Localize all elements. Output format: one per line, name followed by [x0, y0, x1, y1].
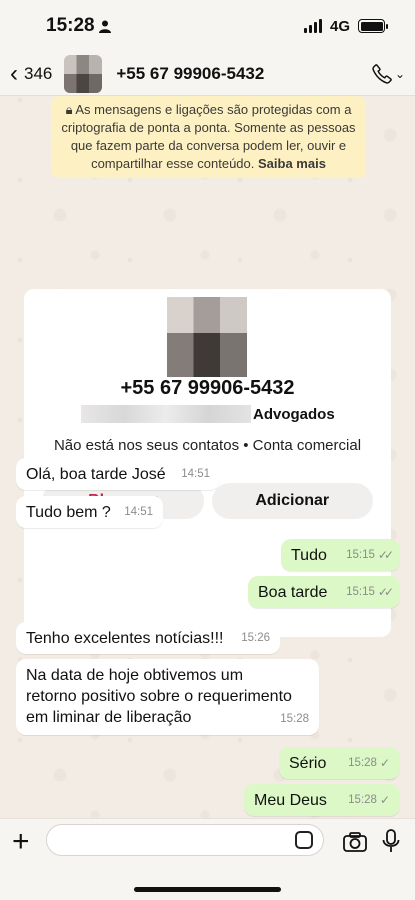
- message-meta: 15:15 ✓✓: [346, 545, 394, 566]
- message-bubble-outgoing[interactable]: Meu Deus 15:28 ✓: [244, 784, 400, 816]
- call-button[interactable]: ⌄: [371, 63, 405, 85]
- message-bubble-outgoing[interactable]: Boa tarde 15:15 ✓✓: [248, 576, 400, 608]
- message-bubble[interactable]: Tenho excelentes notícias!!! 15:26: [16, 622, 280, 654]
- message-meta: 15:28 ✓: [348, 790, 390, 811]
- contact-subtitle: Não está nos seus contatos • Conta comer…: [53, 437, 362, 454]
- chat-title[interactable]: +55 67 99906-5432: [116, 64, 371, 84]
- message-text: Sério: [289, 755, 327, 772]
- sent-tick-icon: ✓: [379, 793, 390, 807]
- learn-more-link[interactable]: Saiba mais: [258, 156, 326, 171]
- message-text: Tudo: [291, 547, 327, 564]
- message-time: 14:51: [181, 468, 210, 480]
- message-bubble-outgoing[interactable]: Tudo 15:15 ✓✓: [281, 539, 400, 571]
- message-time: 15:15: [346, 549, 375, 561]
- message-text: Boa tarde: [258, 584, 328, 601]
- encryption-notice[interactable]: 🔒︎ As mensagens e ligações são protegida…: [51, 96, 366, 178]
- message-meta: 15:15 ✓✓: [346, 582, 394, 603]
- phone-icon: [372, 63, 392, 84]
- status-bar: 15:28 4G: [0, 0, 415, 52]
- add-contact-button[interactable]: Adicionar: [211, 483, 373, 519]
- message-bubble[interactable]: Olá, boa tarde José 14:51: [16, 458, 220, 490]
- blurred-name: [81, 405, 251, 423]
- back-chevron-icon: ‹: [10, 59, 18, 87]
- message-text: Tenho excelentes notícias!!!: [26, 630, 224, 647]
- message-text: Tudo bem ?: [26, 504, 111, 521]
- sent-tick-icon: ✓: [379, 756, 390, 770]
- message-time: 15:26: [241, 632, 270, 644]
- contact-avatar[interactable]: [167, 297, 247, 377]
- status-time: 15:28: [46, 15, 111, 37]
- home-indicator: [134, 887, 281, 892]
- read-ticks-icon: ✓✓: [377, 585, 394, 599]
- chat-header: ‹ 346 +55 67 99906-5432 ⌄: [0, 52, 415, 96]
- message-meta: 15:28 ✓: [348, 753, 390, 774]
- mic-icon[interactable]: [382, 829, 400, 858]
- message-bubble[interactable]: Tudo bem ? 14:51: [16, 496, 163, 528]
- message-bubble[interactable]: Na data de hoje obtivemos um retorno pos…: [16, 659, 319, 735]
- contact-company: Advogados: [81, 405, 391, 423]
- message-input[interactable]: [46, 824, 324, 856]
- message-time: 14:51: [124, 506, 153, 518]
- message-time: 15:28: [348, 757, 377, 769]
- contact-number: +55 67 99906-5432: [120, 377, 295, 399]
- company-suffix: Advogados: [253, 405, 335, 423]
- message-text: Meu Deus: [254, 792, 327, 809]
- unread-count: 346: [24, 63, 53, 83]
- back-button[interactable]: ‹ 346: [10, 59, 53, 87]
- chevron-down-icon: ⌄: [394, 66, 405, 81]
- sticker-icon[interactable]: [295, 831, 313, 849]
- message-time: 15:28: [280, 713, 309, 725]
- input-bar: +: [0, 818, 415, 900]
- network-label: 4G: [329, 17, 350, 35]
- battery-icon: [358, 19, 388, 33]
- avatar[interactable]: [64, 54, 103, 93]
- person-icon: [98, 20, 111, 33]
- message-bubble-outgoing[interactable]: Sério 15:28 ✓: [279, 747, 400, 779]
- lock-icon: 🔒︎: [65, 102, 73, 117]
- message-time: 15:28: [348, 794, 377, 806]
- chat-area[interactable]: 🔒︎ As mensagens e ligações são protegida…: [0, 96, 415, 900]
- message-text: Na data de hoje obtivemos um retorno pos…: [26, 667, 292, 726]
- read-ticks-icon: ✓✓: [377, 548, 394, 562]
- message-time: 15:15: [346, 586, 375, 598]
- plus-icon[interactable]: +: [12, 825, 30, 859]
- message-text: Olá, boa tarde José: [26, 466, 166, 483]
- status-indicators: 4G: [303, 17, 388, 35]
- status-time-text: 15:28: [46, 15, 95, 36]
- signal-icon: [303, 19, 322, 33]
- camera-icon[interactable]: [343, 832, 367, 857]
